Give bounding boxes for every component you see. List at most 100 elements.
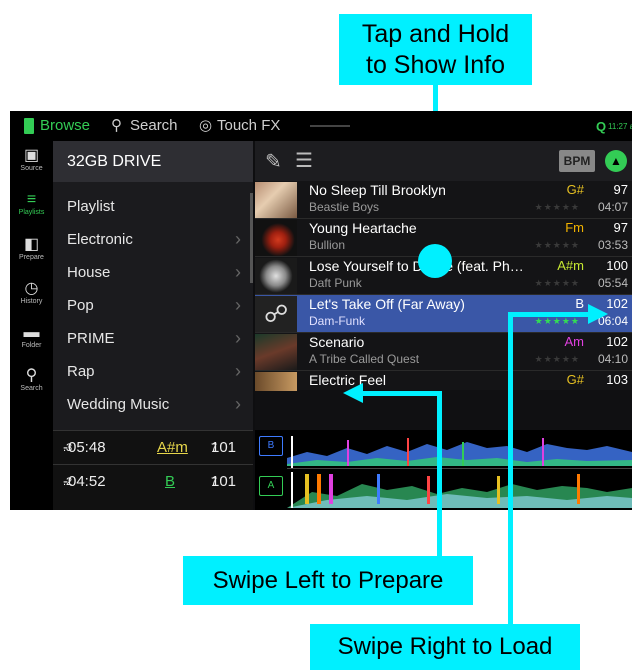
playlist-item[interactable]: PRIME › [53, 322, 253, 355]
edit-list-icon[interactable]: ✎ [265, 149, 282, 174]
swipe-left-arrow-icon [343, 383, 363, 403]
playlist-item[interactable]: Electronic › [53, 223, 253, 256]
bpm-sort-button[interactable]: BPM [559, 150, 595, 172]
deck-time-dec: .3 [63, 442, 73, 454]
playlist-item[interactable]: Rap › [53, 355, 253, 388]
track-key: Fm [565, 220, 584, 235]
prepare-icon: ◧ [23, 236, 40, 253]
swipe-right-connector-horizontal [508, 312, 588, 317]
album-art: ☍ [255, 296, 297, 332]
top-bar: Browse ⚲ Search ◎ Touch FX Q 11:27 am [10, 111, 632, 141]
album-art [255, 182, 297, 218]
track-rating: ★★★★★ [534, 240, 580, 250]
chevron-right-icon: › [235, 328, 241, 348]
track-title: Let's Take Off (Far Away) [309, 296, 465, 312]
tap-hold-text: Tap and Hold to Show Info [361, 20, 510, 79]
playlist-label: PRIME [67, 330, 115, 347]
track-key: B [575, 296, 584, 311]
chevron-right-icon: › [235, 262, 241, 282]
playlist-item[interactable]: House › [53, 256, 253, 289]
usb-drive-icon: ▣ [23, 147, 40, 164]
track-bpm: 97 [613, 220, 628, 235]
sidebar-label: Folder [21, 342, 42, 349]
clock: 11:27 am [608, 122, 632, 131]
track-row[interactable]: Electric Feel G# 103 [255, 371, 632, 391]
deck-a-button[interactable]: A [259, 476, 283, 496]
device-screen: Browse ⚲ Search ◎ Touch FX Q 11:27 am ▣ … [10, 111, 632, 510]
deck-key: B [165, 473, 176, 490]
chevron-right-icon: › [235, 229, 241, 249]
track-row[interactable]: No Sleep Till Brooklyn Beastie Boys G# 9… [255, 181, 632, 219]
deck-b-status: -05:48.3 A#m 101 7 [53, 430, 253, 465]
playlist-label: Pop [67, 297, 94, 314]
track-artist: A Tribe Called Quest [309, 352, 420, 366]
sidebar-item-search[interactable]: ⚲ Search [10, 367, 53, 392]
track-title: Lose Yourself to Dance (feat. Ph… [309, 258, 524, 274]
swipe-left-callout: Swipe Left to Prepare [183, 556, 473, 605]
playlist-label: Electronic [67, 231, 133, 248]
chevron-right-icon: › [235, 361, 241, 381]
playlist-scrollbar[interactable] [250, 193, 253, 283]
sidebar-label: History [20, 298, 43, 305]
search-tab[interactable]: Search [130, 117, 178, 134]
track-artist: Dam-Funk [309, 314, 366, 328]
track-key: G# [566, 372, 584, 387]
track-time: 04:10 [597, 352, 628, 366]
deck-key: A#m [157, 439, 188, 456]
touch-fx-icon[interactable]: ◎ [199, 116, 212, 134]
browse-tab[interactable]: Browse [40, 117, 90, 134]
waveform-area[interactable]: B A [255, 430, 632, 510]
track-key: A#m [557, 258, 584, 273]
waveform-graphic [287, 436, 632, 508]
source-sidebar: ▣ Source ≡ Playlists ◧ Prepare ◷ History… [10, 141, 53, 510]
deck-time-dec: .2 [63, 476, 73, 488]
track-bpm: 97 [613, 182, 628, 197]
search-icon[interactable]: ⚲ [111, 116, 122, 134]
album-art [255, 220, 297, 256]
track-rating: ★★★★★ [534, 202, 580, 212]
playlist-item[interactable]: Playlist [53, 190, 253, 223]
drive-header[interactable]: 32GB DRIVE [53, 141, 253, 182]
deck-a-status: -04:52.2 B 101 7 [53, 464, 253, 510]
track-title: Young Heartache [309, 220, 417, 236]
track-time: 04:07 [597, 200, 628, 214]
swipe-right-connector-vertical [508, 314, 513, 626]
track-key: Am [564, 334, 585, 349]
battery-icon [24, 118, 34, 134]
track-time: 03:53 [597, 238, 628, 252]
album-art [255, 258, 297, 294]
playlist-item[interactable]: Wedding Music › [53, 388, 253, 421]
track-key: G# [566, 182, 584, 197]
playlist-panel: 32GB DRIVE Playlist Electronic › House › P… [53, 141, 253, 430]
sidebar-label: Prepare [19, 254, 44, 261]
touch-fx-tab[interactable]: Touch FX [217, 117, 280, 134]
swipe-left-connector-horizontal [362, 391, 442, 396]
track-title: No Sleep Till Brooklyn [309, 182, 446, 198]
track-rating: ★★★★★ [534, 278, 580, 288]
swipe-left-connector-vertical [437, 393, 442, 558]
playlist-item[interactable]: Pop › [53, 289, 253, 322]
list-view-icon[interactable]: ☰ [295, 148, 313, 173]
sidebar-item-folder[interactable]: ▬ Folder [10, 324, 53, 349]
tap-hold-target-dot [418, 244, 452, 278]
swipe-right-callout: Swipe Right to Load [310, 624, 580, 670]
deck-b-button[interactable]: B [259, 436, 283, 456]
track-bpm: 100 [606, 258, 628, 273]
track-rating: ★★★★★ [534, 316, 580, 326]
playlist-label: Rap [67, 363, 95, 380]
sidebar-item-playlists[interactable]: ≡ Playlists [10, 191, 53, 216]
tap-hold-callout: Tap and Hold to Show Info [339, 14, 532, 85]
track-artist: Beastie Boys [309, 200, 380, 214]
chevron-right-icon: › [235, 394, 241, 414]
track-row[interactable]: Scenario A Tribe Called Quest Am 102 ★★★… [255, 333, 632, 371]
playlist-label: Wedding Music [67, 396, 170, 413]
sidebar-item-history[interactable]: ◷ History [10, 280, 53, 305]
track-bpm: 102 [606, 296, 628, 311]
swipe-right-arrow-icon [588, 304, 608, 324]
playlists-icon: ≡ [26, 191, 37, 208]
sidebar-label: Source [20, 165, 43, 172]
sidebar-item-source[interactable]: ▣ Source [10, 147, 53, 172]
sidebar-label: Search [20, 385, 43, 392]
sort-ascending-button[interactable]: ▲ [605, 150, 627, 172]
sidebar-item-prepare[interactable]: ◧ Prepare [10, 236, 53, 261]
